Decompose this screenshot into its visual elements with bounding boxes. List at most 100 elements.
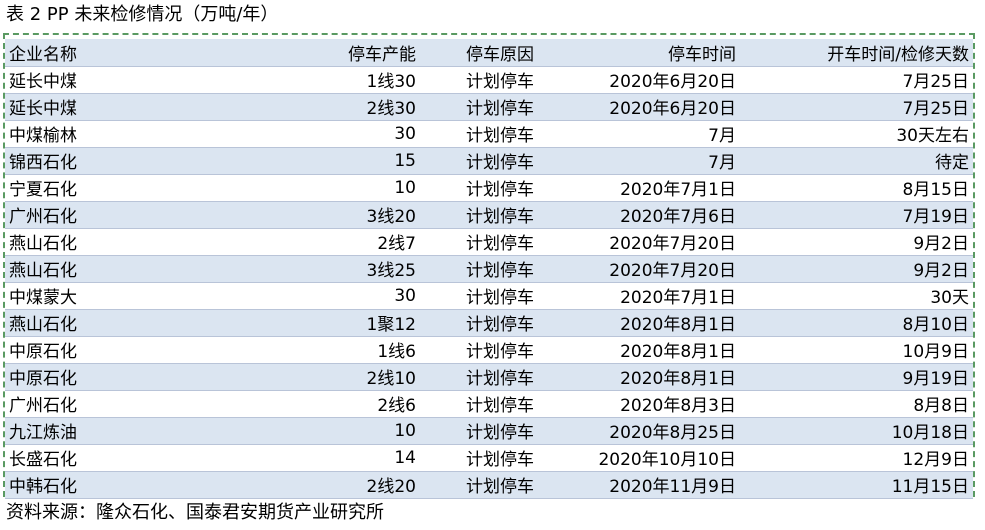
- restart-time-cell: 9月19日: [740, 363, 973, 391]
- stop-time-cell: 2020年8月3日: [580, 390, 740, 418]
- reason-cell: 计划停车: [420, 228, 580, 256]
- restart-time-cell: 7月19日: [740, 201, 973, 229]
- reason-cell: 计划停车: [420, 444, 580, 472]
- company-cell: 中原石化: [5, 363, 135, 391]
- capacity-cell: 3线25: [135, 255, 420, 283]
- stop-time-cell: 2020年8月1日: [580, 363, 740, 391]
- capacity-cell: 10: [135, 174, 420, 202]
- company-cell: 广州石化: [5, 390, 135, 418]
- company-cell: 燕山石化: [5, 255, 135, 283]
- restart-time-cell: 10月18日: [740, 417, 973, 445]
- table-row: 九江炼油 10 计划停车 2020年8月25日 10月18日: [5, 417, 973, 445]
- restart-time-cell: 8月10日: [740, 309, 973, 337]
- capacity-cell: 1聚12: [135, 309, 420, 337]
- stop-time-cell: 2020年11月9日: [580, 471, 740, 499]
- stop-time-cell: 2020年8月1日: [580, 336, 740, 364]
- maintenance-table: 企业名称 停车产能 停车原因 停车时间 开车时间/检修天数 延长中煤 1线30 计划…: [5, 39, 973, 499]
- col-header-capacity: 停车产能: [135, 39, 420, 67]
- col-header-company: 企业名称: [5, 39, 135, 67]
- capacity-cell: 1线6: [135, 336, 420, 364]
- capacity-cell: 2线6: [135, 390, 420, 418]
- stop-time-cell: 2020年7月20日: [580, 228, 740, 256]
- reason-cell: 计划停车: [420, 309, 580, 337]
- stop-time-cell: 2020年6月20日: [580, 66, 740, 94]
- restart-time-cell: 30天: [740, 282, 973, 310]
- restart-time-cell: 9月2日: [740, 255, 973, 283]
- reason-cell: 计划停车: [420, 93, 580, 121]
- restart-time-cell: 8月8日: [740, 390, 973, 418]
- capacity-cell: 30: [135, 120, 420, 148]
- table-row: 燕山石化 1聚12 计划停车 2020年8月1日 8月10日: [5, 309, 973, 337]
- stop-time-cell: 2020年7月20日: [580, 255, 740, 283]
- reason-cell: 计划停车: [420, 66, 580, 94]
- source-note: 资料来源：隆众石化、国泰君安期货产业研究所: [6, 502, 384, 523]
- stop-time-cell: 7月: [580, 120, 740, 148]
- company-cell: 长盛石化: [5, 444, 135, 472]
- table-row: 中韩石化 2线20 计划停车 2020年11月9日 11月15日: [5, 471, 973, 499]
- stop-time-cell: 2020年7月1日: [580, 174, 740, 202]
- capacity-cell: 30: [135, 282, 420, 310]
- restart-time-cell: 11月15日: [740, 471, 973, 499]
- reason-cell: 计划停车: [420, 255, 580, 283]
- restart-time-cell: 8月15日: [740, 174, 973, 202]
- reason-cell: 计划停车: [420, 363, 580, 391]
- company-cell: 燕山石化: [5, 309, 135, 337]
- company-cell: 九江炼油: [5, 417, 135, 445]
- reason-cell: 计划停车: [420, 120, 580, 148]
- stop-time-cell: 2020年7月1日: [580, 282, 740, 310]
- stop-time-cell: 2020年10月10日: [580, 444, 740, 472]
- stop-time-cell: 2020年8月25日: [580, 417, 740, 445]
- reason-cell: 计划停车: [420, 282, 580, 310]
- table-row: 延长中煤 2线30 计划停车 2020年6月20日 7月25日: [5, 93, 973, 121]
- restart-time-cell: 7月25日: [740, 93, 973, 121]
- reason-cell: 计划停车: [420, 174, 580, 202]
- stop-time-cell: 7月: [580, 147, 740, 175]
- company-cell: 锦西石化: [5, 147, 135, 175]
- stop-time-cell: 2020年7月6日: [580, 201, 740, 229]
- capacity-cell: 2线30: [135, 93, 420, 121]
- reason-cell: 计划停车: [420, 147, 580, 175]
- col-header-stop-time: 停车时间: [580, 39, 740, 67]
- table-row: 中原石化 1线6 计划停车 2020年8月1日 10月9日: [5, 336, 973, 364]
- company-cell: 延长中煤: [5, 93, 135, 121]
- restart-time-cell: 9月2日: [740, 228, 973, 256]
- restart-time-cell: 待定: [740, 147, 973, 175]
- header-row: 企业名称 停车产能 停车原因 停车时间 开车时间/检修天数: [5, 39, 973, 67]
- company-cell: 延长中煤: [5, 66, 135, 94]
- table-row: 燕山石化 3线25 计划停车 2020年7月20日 9月2日: [5, 255, 973, 283]
- col-header-restart-time: 开车时间/检修天数: [740, 39, 973, 67]
- company-cell: 广州石化: [5, 201, 135, 229]
- company-cell: 中原石化: [5, 336, 135, 364]
- restart-time-cell: 30天左右: [740, 120, 973, 148]
- reason-cell: 计划停车: [420, 390, 580, 418]
- capacity-cell: 3线20: [135, 201, 420, 229]
- capacity-cell: 10: [135, 417, 420, 445]
- capacity-cell: 2线20: [135, 471, 420, 499]
- reason-cell: 计划停车: [420, 201, 580, 229]
- restart-time-cell: 12月9日: [740, 444, 973, 472]
- table-row: 锦西石化 15 计划停车 7月 待定: [5, 147, 973, 175]
- restart-time-cell: 10月9日: [740, 336, 973, 364]
- table-row: 中煤榆林 30 计划停车 7月 30天左右: [5, 120, 973, 148]
- table-row: 中原石化 2线10 计划停车 2020年8月1日 9月19日: [5, 363, 973, 391]
- capacity-cell: 14: [135, 444, 420, 472]
- reason-cell: 计划停车: [420, 471, 580, 499]
- stop-time-cell: 2020年6月20日: [580, 93, 740, 121]
- company-cell: 燕山石化: [5, 228, 135, 256]
- capacity-cell: 15: [135, 147, 420, 175]
- capacity-cell: 2线7: [135, 228, 420, 256]
- table-caption: 表 2 PP 未来检修情况（万吨/年）: [6, 4, 279, 25]
- col-header-reason: 停车原因: [420, 39, 580, 67]
- reason-cell: 计划停车: [420, 336, 580, 364]
- table-row: 宁夏石化 10 计划停车 2020年7月1日 8月15日: [5, 174, 973, 202]
- restart-time-cell: 7月25日: [740, 66, 973, 94]
- reason-cell: 计划停车: [420, 417, 580, 445]
- stop-time-cell: 2020年8月1日: [580, 309, 740, 337]
- table-row: 延长中煤 1线30 计划停车 2020年6月20日 7月25日: [5, 66, 973, 94]
- table-row: 燕山石化 2线7 计划停车 2020年7月20日 9月2日: [5, 228, 973, 256]
- capacity-cell: 2线10: [135, 363, 420, 391]
- table-row: 中煤蒙大 30 计划停车 2020年7月1日 30天: [5, 282, 973, 310]
- company-cell: 中煤榆林: [5, 120, 135, 148]
- company-cell: 宁夏石化: [5, 174, 135, 202]
- table-row: 广州石化 3线20 计划停车 2020年7月6日 7月19日: [5, 201, 973, 229]
